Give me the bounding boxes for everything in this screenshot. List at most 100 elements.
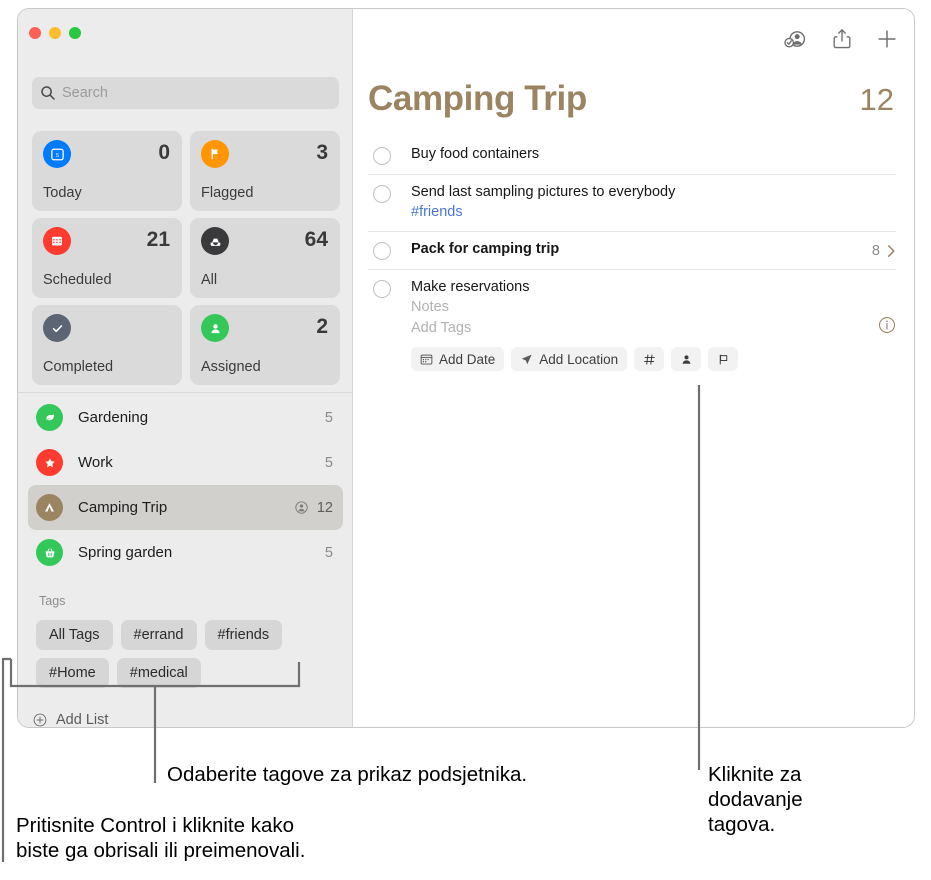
reminder-checkbox[interactable]	[373, 185, 391, 203]
reminder-title: Pack for camping trip	[411, 241, 560, 257]
smart-list-label: Flagged	[201, 185, 254, 201]
inbox-icon	[201, 227, 229, 255]
list-item-spring-garden[interactable]: Spring garden 5	[28, 530, 343, 575]
reminder-row[interactable]: Pack for camping trip 8	[368, 232, 896, 270]
close-button[interactable]	[29, 27, 41, 39]
add-date-label: Add Date	[439, 351, 496, 367]
list-title-row: Camping Trip 12	[368, 79, 894, 119]
add-location-button[interactable]: Add Location	[511, 347, 628, 371]
reminder-tag[interactable]: #friends	[411, 202, 896, 222]
tag-chip-all-tags[interactable]: All Tags	[36, 620, 113, 650]
reminder-row[interactable]: Send last sampling pictures to everybody…	[368, 175, 896, 232]
smart-list-assigned[interactable]: 2 Assigned	[190, 305, 340, 385]
add-reminder-button[interactable]	[876, 28, 898, 50]
tag-chip-home[interactable]: #Home	[36, 658, 109, 688]
flag-outline-icon	[719, 354, 727, 365]
add-tag-button[interactable]	[634, 347, 665, 371]
plus-circle-icon	[33, 713, 47, 727]
smart-list-today[interactable]: 5 0 Today	[32, 131, 182, 211]
calendar-icon	[43, 227, 71, 255]
main-toolbar	[782, 27, 898, 50]
sidebar-scroll-divider	[18, 392, 352, 393]
chevron-right-icon[interactable]	[887, 244, 896, 258]
list-count: 5	[324, 409, 333, 426]
share-button[interactable]	[832, 27, 852, 50]
list-item-camping-trip[interactable]: Camping Trip 12	[28, 485, 343, 530]
user-lists: Gardening 5 Work 5 Camping Trip 12 Sprin…	[28, 395, 343, 575]
tag-chip-list: All Tags #errand #friends #Home #medical	[36, 620, 336, 688]
smart-list-label: Completed	[43, 359, 114, 375]
person-icon	[682, 354, 690, 364]
tag-chip-friends[interactable]: #friends	[204, 620, 283, 650]
location-arrow-icon	[522, 354, 532, 364]
hashtag-icon	[643, 353, 655, 365]
calendar-today-icon: 5	[43, 140, 71, 168]
smart-list-count: 64	[304, 228, 328, 251]
person-icon	[201, 314, 229, 342]
reminders-window: Search 5 0 Today 3 Flagged 21 Scheduled …	[17, 8, 915, 728]
info-icon[interactable]	[878, 316, 896, 334]
share-icon	[833, 29, 851, 49]
smart-list-count: 2	[316, 315, 328, 338]
notes-placeholder[interactable]: Notes	[411, 297, 878, 318]
shared-list-icon	[294, 500, 309, 515]
add-date-button[interactable]: Add Date	[411, 347, 505, 371]
add-list-button[interactable]: Add List	[32, 712, 109, 728]
tag-chip-medical[interactable]: #medical	[116, 658, 201, 688]
smart-list-label: Scheduled	[43, 272, 112, 288]
callout-add-tags: Kliknite za dodavanje tagova.	[708, 763, 803, 836]
list-item-work[interactable]: Work 5	[28, 440, 343, 485]
list-name: Spring garden	[78, 544, 173, 561]
tent-icon	[36, 494, 63, 521]
list-count: 12	[316, 499, 333, 516]
assign-person-button[interactable]	[671, 347, 702, 371]
reminder-title[interactable]: Make reservations	[411, 278, 878, 297]
leaf-icon	[36, 404, 63, 431]
smart-list-label: All	[201, 272, 218, 288]
reminder-info-wrap	[878, 278, 896, 371]
search-icon	[41, 86, 55, 100]
smart-list-scheduled[interactable]: 21 Scheduled	[32, 218, 182, 298]
plus-icon	[878, 29, 896, 48]
reminder-checkbox[interactable]	[373, 280, 391, 298]
reminder-row-editing[interactable]: Make reservations Notes Add Tags Add Dat…	[368, 270, 896, 380]
minimize-button[interactable]	[49, 27, 61, 39]
list-name: Gardening	[78, 409, 149, 426]
calendar-icon	[420, 354, 433, 365]
smart-lists-grid: 5 0 Today 3 Flagged 21 Scheduled 64 All …	[32, 131, 340, 385]
smart-list-all[interactable]: 64 All	[190, 218, 340, 298]
subtask-count: 8	[871, 242, 880, 259]
list-count: 5	[324, 454, 333, 471]
flag-button[interactable]	[708, 347, 739, 371]
shared-list-button[interactable]	[782, 28, 808, 50]
smart-list-label: Assigned	[201, 359, 261, 375]
callout-tags-select: Odaberite tagove za prikaz podsjetnika.	[167, 763, 528, 786]
search-placeholder: Search	[62, 85, 108, 101]
search-field[interactable]: Search	[32, 77, 339, 109]
person-badge-check-icon	[784, 30, 806, 48]
add-location-label: Add Location	[539, 351, 619, 367]
reminder-checkbox[interactable]	[373, 147, 391, 165]
smart-list-count: 0	[158, 141, 170, 164]
smart-list-count: 21	[146, 228, 170, 251]
smart-list-completed[interactable]: Completed	[32, 305, 182, 385]
reminders-list: Buy food containers Send last sampling p…	[368, 137, 896, 380]
window-traffic-lights	[29, 27, 81, 39]
add-tags-placeholder[interactable]: Add Tags	[411, 318, 878, 339]
tag-chip-errand[interactable]: #errand	[120, 620, 197, 650]
list-count: 5	[324, 544, 333, 561]
smart-list-flagged[interactable]: 3 Flagged	[190, 131, 340, 211]
sidebar: Search 5 0 Today 3 Flagged 21 Scheduled …	[18, 9, 353, 727]
checkmark-icon	[43, 314, 71, 342]
zoom-button[interactable]	[69, 27, 81, 39]
list-name: Camping Trip	[78, 499, 168, 516]
reminder-quick-actions: Add Date Add Location	[411, 347, 878, 371]
list-item-gardening[interactable]: Gardening 5	[28, 395, 343, 440]
flag-icon	[201, 140, 229, 168]
reminder-row[interactable]: Buy food containers	[368, 137, 896, 175]
reminder-checkbox[interactable]	[373, 242, 391, 260]
basket-icon	[36, 539, 63, 566]
reminder-title: Send last sampling pictures to everybody	[411, 184, 676, 200]
add-list-label: Add List	[56, 712, 109, 728]
svg-text:5: 5	[55, 152, 58, 158]
